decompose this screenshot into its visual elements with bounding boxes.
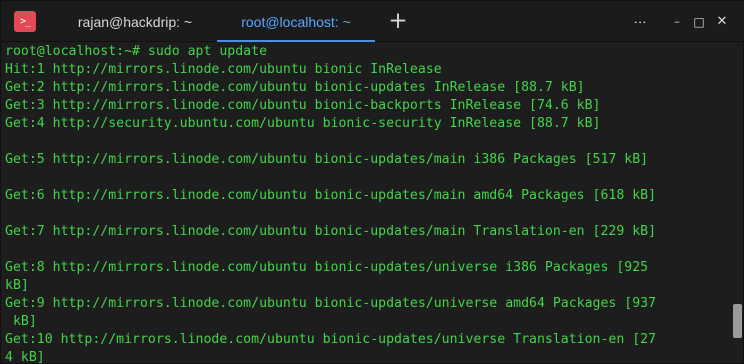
terminal-line: Get:10 http://mirrors.linode.com/ubuntu … xyxy=(5,332,657,347)
terminal-line: Get:9 http://mirrors.linode.com/ubuntu b… xyxy=(5,296,657,311)
terminal-line: Get:5 http://mirrors.linode.com/ubuntu b… xyxy=(5,152,649,167)
terminal-line: 4 kB] xyxy=(5,350,45,364)
close-icon[interactable]: ✕ xyxy=(713,13,731,31)
terminal-icon: >_ xyxy=(14,11,36,32)
new-tab-icon[interactable]: + xyxy=(386,10,410,33)
tab-bar: >_ rajan@hackdrip: ~ root@localhost: ~ +… xyxy=(1,1,744,42)
terminal-line: Get:8 http://mirrors.linode.com/ubuntu b… xyxy=(5,260,649,275)
terminal-line: root@localhost:~# sudo apt update xyxy=(5,44,268,59)
minimize-icon[interactable]: – xyxy=(668,13,686,31)
terminal-window: >_ rajan@hackdrip: ~ root@localhost: ~ +… xyxy=(0,0,744,364)
terminal-output[interactable]: root@localhost:~# sudo apt update Hit:1 … xyxy=(5,43,733,364)
tab-root-localhost[interactable]: root@localhost: ~ xyxy=(217,1,375,42)
terminal-line: Get:6 http://mirrors.linode.com/ubuntu b… xyxy=(5,188,657,203)
terminal-line: Get:3 http://mirrors.linode.com/ubuntu b… xyxy=(5,98,601,113)
vertical-scrollbar[interactable] xyxy=(733,42,743,364)
terminal-line: kB] xyxy=(5,278,29,293)
terminal-line: kB] xyxy=(5,314,37,329)
terminal-line: Get:2 http://mirrors.linode.com/ubuntu b… xyxy=(5,80,585,95)
terminal-line: Get:4 http://security.ubuntu.com/ubuntu … xyxy=(5,116,601,131)
terminal-line: Hit:1 http://mirrors.linode.com/ubuntu b… xyxy=(5,62,442,77)
terminal-line: Get:7 http://mirrors.linode.com/ubuntu b… xyxy=(5,224,657,239)
maximize-icon[interactable]: □ xyxy=(690,13,708,31)
menu-icon[interactable]: ⋮ xyxy=(630,13,648,31)
tab-rajan-hackdrip[interactable]: rajan@hackdrip: ~ xyxy=(51,1,219,42)
scrollbar-thumb[interactable] xyxy=(733,304,742,338)
